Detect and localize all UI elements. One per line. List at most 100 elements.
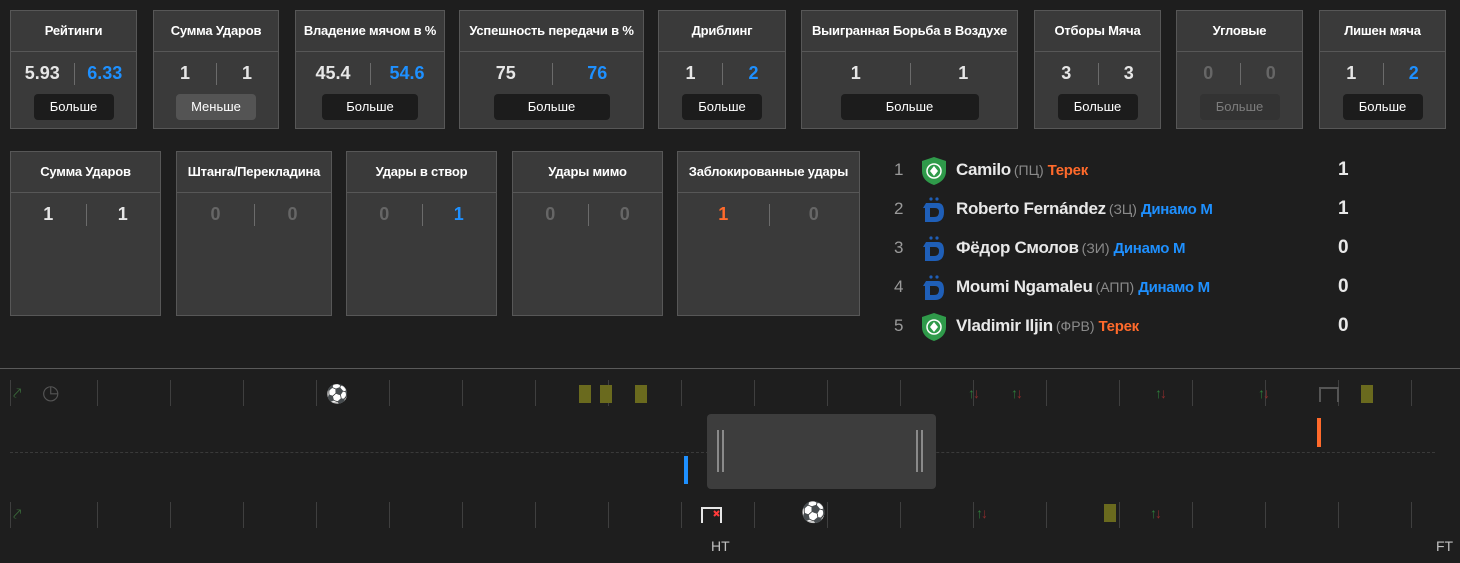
timeline-tick xyxy=(243,380,244,406)
away-value: 2 xyxy=(748,63,759,83)
stat-card-total-shots: Сумма Ударов 1 1 Меньше xyxy=(153,10,279,129)
stat-title: Штанга/Перекладина xyxy=(177,152,331,193)
timeline-tick xyxy=(1046,502,1047,528)
player-name[interactable]: Roberto Fernández xyxy=(956,199,1106,218)
home-value: 0 xyxy=(1203,63,1214,83)
timeline-tick xyxy=(1411,502,1412,528)
yellow-card-icon[interactable] xyxy=(1104,504,1116,522)
player-name[interactable]: Moumi Ngamaleu xyxy=(956,277,1093,296)
timeline-range-slider[interactable] xyxy=(707,414,936,489)
player-rank: 5 xyxy=(894,316,904,335)
more-button[interactable]: Больше xyxy=(682,94,762,120)
home-value: 0 xyxy=(545,204,556,224)
substitution-icon[interactable]: ↑↓ xyxy=(1258,384,1270,402)
timeline-tick xyxy=(1192,380,1193,406)
stat-title: Удары мимо xyxy=(513,152,662,193)
player-row[interactable]: 3 Фёдор Смолов (ЗИ) Динамо М 0 xyxy=(890,230,1390,269)
substitution-icon[interactable]: ↑↓ xyxy=(1150,504,1162,522)
player-team[interactable]: Динамо М xyxy=(1114,240,1186,257)
timeline-tick xyxy=(827,380,828,406)
stat-title: Владение мячом в % xyxy=(296,11,444,52)
player-name[interactable]: Фёдор Смолов xyxy=(956,238,1079,257)
away-value: 6.33 xyxy=(87,63,123,83)
slider-handle-right-line xyxy=(921,430,923,472)
player-score: 1 xyxy=(1338,198,1349,219)
substitution-icon[interactable]: ↑↓ xyxy=(976,504,988,522)
timeline-tick xyxy=(535,380,536,406)
away-value: 54.6 xyxy=(389,63,425,83)
more-button[interactable]: Больше xyxy=(33,94,114,120)
timeline-tick xyxy=(973,502,974,528)
player-name-line: Roberto Fernández (ЗЦ) Динамо М xyxy=(956,199,1213,219)
timeline-tick xyxy=(1338,502,1339,528)
substitution-icon[interactable]: ↑↓ xyxy=(1155,384,1167,402)
stat-card-corners: Угловые 0 0 Больше xyxy=(1176,10,1303,129)
player-position: (ЗЦ) xyxy=(1108,201,1137,217)
substitution-icon[interactable]: ⤤ xyxy=(13,384,21,404)
player-position: (ЗИ) xyxy=(1081,240,1110,256)
slider-handle-left[interactable] xyxy=(717,430,719,472)
goal-post-icon[interactable] xyxy=(1318,386,1340,402)
player-team[interactable]: Терек xyxy=(1048,162,1089,179)
more-button[interactable]: Больше xyxy=(1057,94,1138,120)
stat-card-tackles: Отборы Мяча 3 3 Больше xyxy=(1034,10,1161,129)
stat-card-aerials-won: Выигранная Борьба в Воздухе 1 1 Больше xyxy=(801,10,1018,129)
yellow-card-icon[interactable] xyxy=(579,385,591,403)
away-value: 0 xyxy=(808,204,819,224)
clock-icon[interactable]: ◷ xyxy=(42,383,59,403)
yellow-card-icon[interactable] xyxy=(600,385,612,403)
goal-ball-icon[interactable]: ⚽ xyxy=(801,503,826,523)
more-button[interactable]: Больше xyxy=(1342,94,1423,120)
player-name-line: Vladimir Iljin (ФРВ) Терек xyxy=(956,316,1139,336)
player-row[interactable]: 5 Vladimir Iljin (ФРВ) Терек 0 xyxy=(890,308,1390,347)
terek-crest-icon xyxy=(922,157,946,185)
timeline-tick xyxy=(1046,380,1047,406)
stat-title: Выигранная Борьба в Воздухе xyxy=(802,11,1017,52)
away-value: 0 xyxy=(287,204,298,224)
substitution-icon[interactable]: ↑↓ xyxy=(968,384,980,402)
away-value: 1 xyxy=(117,204,128,224)
player-score: 0 xyxy=(1338,315,1349,336)
timeline-tick xyxy=(1265,502,1266,528)
player-row[interactable]: 2 Roberto Fernández (ЗЦ) Динамо М 1 xyxy=(890,191,1390,230)
substitution-icon[interactable]: ↑↓ xyxy=(1011,384,1023,402)
stat-title: Рейтинги xyxy=(11,11,136,52)
stat-card-blocked-shots[interactable]: Заблокированные удары 1 0 xyxy=(677,151,860,316)
timeline-tick xyxy=(1411,380,1412,406)
timeline-tick xyxy=(754,502,755,528)
shot-on-goal-icon[interactable] xyxy=(700,505,724,523)
shot-marker-away[interactable] xyxy=(684,456,688,484)
player-row[interactable]: 1 Camilo (ПЦ) Терек 1 xyxy=(890,152,1390,191)
substitution-icon[interactable]: ⤤ xyxy=(13,505,21,525)
player-rank: 2 xyxy=(894,199,904,218)
more-button[interactable]: Больше xyxy=(840,94,979,120)
more-button[interactable]: Больше xyxy=(322,94,418,120)
timeline-tick xyxy=(170,380,171,406)
shot-marker-home[interactable] xyxy=(1317,418,1321,447)
stat-title: Отборы Мяча xyxy=(1035,11,1160,52)
timeline-tick xyxy=(316,380,317,406)
player-row[interactable]: 4 Moumi Ngamaleu (АПП) Динамо М 0 xyxy=(890,269,1390,308)
stat-card-woodwork[interactable]: Штанга/Перекладина 0 0 xyxy=(176,151,332,316)
player-team[interactable]: Динамо М xyxy=(1141,201,1213,218)
slider-handle-right[interactable] xyxy=(916,430,918,472)
timeline-tick xyxy=(170,502,171,528)
player-rank: 4 xyxy=(894,277,904,296)
yellow-card-icon[interactable] xyxy=(635,385,647,403)
player-name[interactable]: Vladimir Iljin xyxy=(956,316,1053,335)
more-button[interactable]: Больше xyxy=(1199,94,1280,120)
home-value: 45.4 xyxy=(315,63,351,83)
player-team[interactable]: Терек xyxy=(1099,318,1140,335)
ball-icon[interactable]: ⚽ xyxy=(326,384,348,404)
stat-card-shots-off-target[interactable]: Удары мимо 0 0 xyxy=(512,151,663,316)
more-button[interactable]: Больше xyxy=(493,94,610,120)
stat-card-shots-on-target[interactable]: Удары в створ 0 1 xyxy=(346,151,497,316)
timeline-tick xyxy=(754,380,755,406)
yellow-card-icon[interactable] xyxy=(1361,385,1373,403)
timeline-tick xyxy=(681,502,682,528)
less-button[interactable]: Меньше xyxy=(176,94,256,120)
stat-card-total-shots-detail[interactable]: Сумма Ударов 1 1 xyxy=(10,151,161,316)
player-team[interactable]: Динамо М xyxy=(1138,279,1210,296)
home-value: 1 xyxy=(685,63,696,83)
player-name[interactable]: Camilo xyxy=(956,160,1011,179)
